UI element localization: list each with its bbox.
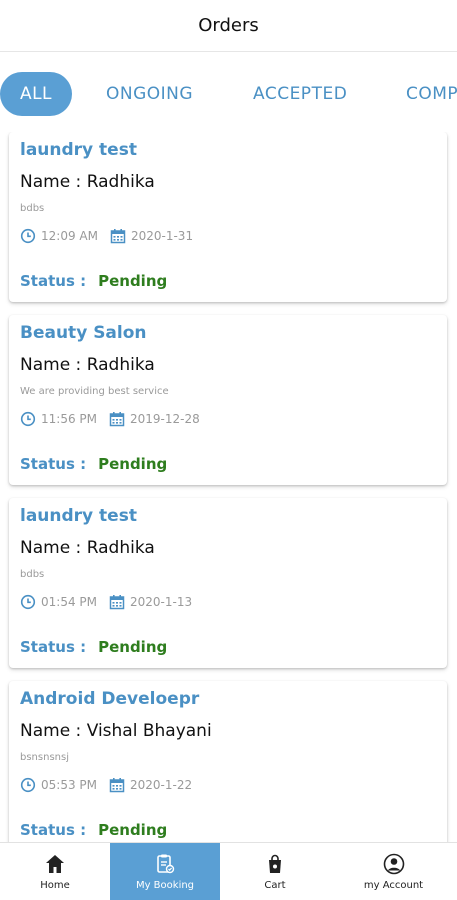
status-badge: Pending [98, 638, 168, 656]
order-time: 01:54 PM [41, 595, 97, 609]
clock-icon [20, 594, 36, 610]
order-title: Android Develoepr [20, 689, 200, 709]
app-header: Orders [0, 0, 457, 52]
clock-icon [20, 411, 36, 427]
order-card[interactable]: laundry test Name : Radhika bdbs 01:54 P… [9, 498, 447, 668]
order-time: 05:53 PM [41, 778, 97, 792]
booking-icon [157, 854, 175, 874]
order-time: 11:56 PM [41, 412, 97, 426]
account-icon [383, 853, 404, 875]
order-title: Beauty Salon [20, 323, 147, 343]
order-description: bdbs [20, 203, 45, 214]
clock-icon [20, 777, 36, 793]
page-title: Orders [198, 15, 259, 36]
order-status: Status : Pending [20, 821, 167, 839]
order-customer-name: Name : Radhika [20, 172, 155, 192]
order-time: 12:09 AM [41, 229, 98, 243]
clock-icon [20, 228, 36, 244]
tab-ongoing[interactable]: ONGOING [106, 72, 193, 116]
nav-home[interactable]: Home [0, 843, 110, 900]
order-title: laundry test [20, 140, 137, 160]
order-date: 2019-12-28 [130, 412, 200, 426]
nav-home-label: Home [40, 880, 70, 891]
order-meta: 01:54 PM 2020-1-13 [20, 594, 192, 610]
order-card[interactable]: Android Develoepr Name : Vishal Bhayani … [9, 681, 447, 842]
bottom-navigation: Home My Booking Cart my Account [0, 842, 457, 900]
nav-my-account-label: my Account [363, 880, 424, 891]
cart-icon [269, 854, 281, 873]
order-description: bsnsnsnsj [20, 752, 69, 763]
tab-completed[interactable]: COMPLETED [406, 72, 457, 116]
status-label: Status : [20, 455, 87, 473]
status-badge: Pending [98, 821, 168, 839]
home-icon [46, 855, 64, 873]
status-label: Status : [20, 821, 87, 839]
calendar-icon [109, 778, 125, 793]
nav-my-booking[interactable]: My Booking [110, 843, 220, 900]
order-date: 2020-1-31 [130, 229, 194, 243]
calendar-icon [109, 595, 125, 610]
order-customer-name: Name : Radhika [20, 355, 155, 375]
order-status: Status : Pending [20, 455, 167, 473]
order-meta: 12:09 AM 2020-1-31 [20, 228, 193, 244]
status-badge: Pending [98, 455, 168, 473]
order-date: 2020-1-13 [130, 595, 193, 609]
order-status: Status : Pending [20, 272, 167, 290]
nav-my-account[interactable]: my Account [330, 843, 457, 900]
calendar-icon [110, 229, 126, 244]
order-meta: 05:53 PM 2020-1-22 [20, 777, 192, 793]
order-date: 2020-1-22 [130, 778, 193, 792]
nav-cart-label: Cart [264, 880, 286, 891]
status-tabs: ALL ONGOING ACCEPTED COMPLETED [0, 72, 457, 116]
order-customer-name: Name : Vishal Bhayani [20, 721, 212, 741]
tab-all[interactable]: ALL [0, 72, 72, 116]
order-status: Status : Pending [20, 638, 167, 656]
status-badge: Pending [98, 272, 168, 290]
nav-cart[interactable]: Cart [220, 843, 330, 900]
order-card[interactable]: Beauty Salon Name : Radhika We are provi… [9, 315, 447, 485]
order-description: We are providing best service [20, 386, 169, 397]
nav-my-booking-label: My Booking [135, 880, 195, 891]
order-card[interactable]: laundry test Name : Radhika bdbs 12:09 A… [9, 132, 447, 302]
calendar-icon [109, 412, 125, 427]
status-label: Status : [20, 272, 87, 290]
orders-list[interactable]: laundry test Name : Radhika bdbs 12:09 A… [0, 132, 457, 842]
order-description: bdbs [20, 569, 45, 580]
order-title: laundry test [20, 506, 137, 526]
tab-accepted[interactable]: ACCEPTED [253, 72, 347, 116]
order-meta: 11:56 PM 2019-12-28 [20, 411, 200, 427]
status-label: Status : [20, 638, 87, 656]
order-customer-name: Name : Radhika [20, 538, 155, 558]
